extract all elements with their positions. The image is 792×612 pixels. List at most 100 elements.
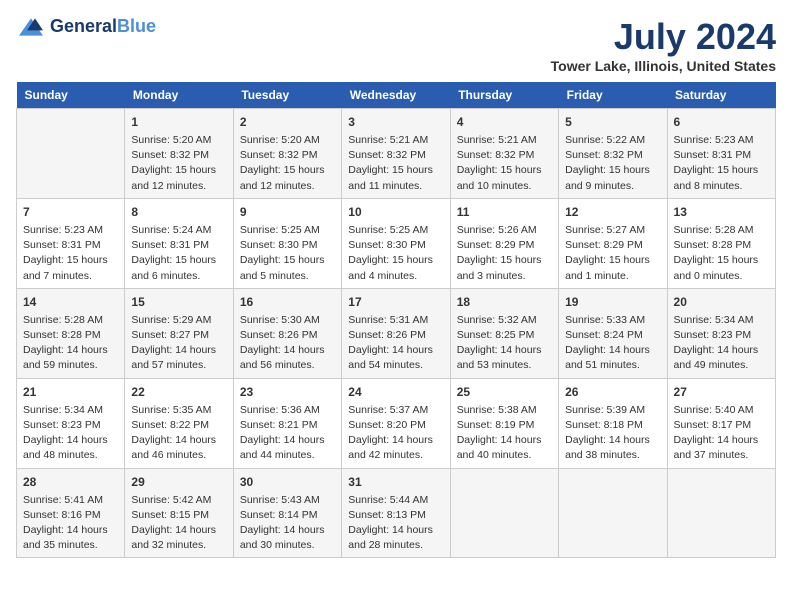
day-info: Sunrise: 5:21 AM Sunset: 8:32 PM Dayligh…	[457, 133, 552, 194]
day-info: Sunrise: 5:24 AM Sunset: 8:31 PM Dayligh…	[131, 223, 226, 284]
calendar-cell	[17, 109, 125, 199]
day-info: Sunrise: 5:27 AM Sunset: 8:29 PM Dayligh…	[565, 223, 660, 284]
calendar-week-3: 14Sunrise: 5:28 AM Sunset: 8:28 PM Dayli…	[17, 288, 776, 378]
calendar-cell: 13Sunrise: 5:28 AM Sunset: 8:28 PM Dayli…	[667, 198, 775, 288]
calendar-cell: 7 Sunrise: 5:23 AM Sunset: 8:31 PM Daylig…	[17, 198, 125, 288]
calendar-cell: 14Sunrise: 5:28 AM Sunset: 8:28 PM Dayli…	[17, 288, 125, 378]
calendar-cell: 15Sunrise: 5:29 AM Sunset: 8:27 PM Dayli…	[125, 288, 233, 378]
day-info: Sunrise: 5:44 AM Sunset: 8:13 PM Dayligh…	[348, 493, 443, 554]
day-number: 31	[348, 473, 443, 491]
day-number: 19	[565, 293, 660, 311]
day-header-saturday: Saturday	[667, 82, 775, 109]
day-info: Sunrise: 5:23 AM Sunset: 8:31 PM Dayligh…	[674, 133, 769, 194]
day-number: 5	[565, 113, 660, 131]
day-number: 1	[131, 113, 226, 131]
day-number: 28	[23, 473, 118, 491]
day-header-monday: Monday	[125, 82, 233, 109]
calendar-week-4: 21 Sunrise: 5:34 AM Sunset: 8:23 PM Dayli…	[17, 378, 776, 468]
day-info: Sunrise: 5:26 AM Sunset: 8:29 PM Dayligh…	[457, 223, 552, 284]
day-number: 7	[23, 203, 118, 221]
calendar-cell: 30 Sunrise: 5:43 AM Sunset: 8:14 PM Dayli…	[233, 468, 341, 558]
calendar-cell: 23 Sunrise: 5:36 AM Sunset: 8:21 PM Dayli…	[233, 378, 341, 468]
day-info: Sunrise: 5:22 AM Sunset: 8:32 PM Dayligh…	[565, 133, 660, 194]
logo-general: General	[50, 16, 117, 36]
day-header-friday: Friday	[559, 82, 667, 109]
day-info: Sunrise: 5:37 AM Sunset: 8:20 PM Dayligh…	[348, 403, 443, 464]
day-number: 23	[240, 383, 335, 401]
calendar-cell: 26 Sunrise: 5:39 AM Sunset: 8:18 PM Dayli…	[559, 378, 667, 468]
calendar-cell	[559, 468, 667, 558]
day-number: 16	[240, 293, 335, 311]
calendar-cell: 2 Sunrise: 5:20 AM Sunset: 8:32 PM Daylig…	[233, 109, 341, 199]
day-info: Sunrise: 5:36 AM Sunset: 8:21 PM Dayligh…	[240, 403, 335, 464]
day-info: Sunrise: 5:43 AM Sunset: 8:14 PM Dayligh…	[240, 493, 335, 554]
day-info: Sunrise: 5:40 AM Sunset: 8:17 PM Dayligh…	[674, 403, 769, 464]
calendar-week-5: 28 Sunrise: 5:41 AM Sunset: 8:16 PM Dayli…	[17, 468, 776, 558]
day-header-sunday: Sunday	[17, 82, 125, 109]
day-info: Sunrise: 5:33 AM Sunset: 8:24 PM Dayligh…	[565, 313, 660, 374]
month-title: July 2024	[551, 16, 776, 58]
day-info: Sunrise: 5:39 AM Sunset: 8:18 PM Dayligh…	[565, 403, 660, 464]
calendar-cell: 20Sunrise: 5:34 AM Sunset: 8:23 PM Dayli…	[667, 288, 775, 378]
calendar-cell: 8Sunrise: 5:24 AM Sunset: 8:31 PM Daylig…	[125, 198, 233, 288]
day-number: 24	[348, 383, 443, 401]
day-info: Sunrise: 5:23 AM Sunset: 8:31 PM Dayligh…	[23, 223, 118, 284]
day-number: 2	[240, 113, 335, 131]
calendar-cell: 1 Sunrise: 5:20 AM Sunset: 8:32 PM Daylig…	[125, 109, 233, 199]
day-number: 17	[348, 293, 443, 311]
day-info: Sunrise: 5:21 AM Sunset: 8:32 PM Dayligh…	[348, 133, 443, 194]
calendar-cell: 21 Sunrise: 5:34 AM Sunset: 8:23 PM Dayli…	[17, 378, 125, 468]
day-number: 20	[674, 293, 769, 311]
logo: GeneralBlue	[16, 16, 156, 37]
day-number: 29	[131, 473, 226, 491]
calendar-cell: 10Sunrise: 5:25 AM Sunset: 8:30 PM Dayli…	[342, 198, 450, 288]
calendar-cell: 11 Sunrise: 5:26 AM Sunset: 8:29 PM Dayli…	[450, 198, 558, 288]
day-info: Sunrise: 5:41 AM Sunset: 8:16 PM Dayligh…	[23, 493, 118, 554]
day-header-thursday: Thursday	[450, 82, 558, 109]
day-number: 30	[240, 473, 335, 491]
day-info: Sunrise: 5:25 AM Sunset: 8:30 PM Dayligh…	[240, 223, 335, 284]
day-number: 26	[565, 383, 660, 401]
calendar-cell: 16 Sunrise: 5:30 AM Sunset: 8:26 PM Dayli…	[233, 288, 341, 378]
day-info: Sunrise: 5:30 AM Sunset: 8:26 PM Dayligh…	[240, 313, 335, 374]
day-info: Sunrise: 5:38 AM Sunset: 8:19 PM Dayligh…	[457, 403, 552, 464]
day-number: 6	[674, 113, 769, 131]
day-info: Sunrise: 5:20 AM Sunset: 8:32 PM Dayligh…	[131, 133, 226, 194]
calendar-header-row: SundayMondayTuesdayWednesdayThursdayFrid…	[17, 82, 776, 109]
day-number: 12	[565, 203, 660, 221]
day-number: 27	[674, 383, 769, 401]
logo-blue-text: Blue	[117, 16, 156, 36]
calendar-cell: 31 Sunrise: 5:44 AM Sunset: 8:13 PM Dayli…	[342, 468, 450, 558]
calendar-cell: 29 Sunrise: 5:42 AM Sunset: 8:15 PM Dayli…	[125, 468, 233, 558]
day-number: 9	[240, 203, 335, 221]
calendar-cell	[450, 468, 558, 558]
calendar-cell: 27 Sunrise: 5:40 AM Sunset: 8:17 PM Dayli…	[667, 378, 775, 468]
calendar-cell: 12 Sunrise: 5:27 AM Sunset: 8:29 PM Dayli…	[559, 198, 667, 288]
calendar-cell: 28 Sunrise: 5:41 AM Sunset: 8:16 PM Dayli…	[17, 468, 125, 558]
day-info: Sunrise: 5:32 AM Sunset: 8:25 PM Dayligh…	[457, 313, 552, 374]
day-header-tuesday: Tuesday	[233, 82, 341, 109]
location: Tower Lake, Illinois, United States	[551, 58, 776, 74]
calendar-cell: 4 Sunrise: 5:21 AM Sunset: 8:32 PM Daylig…	[450, 109, 558, 199]
calendar-cell: 24 Sunrise: 5:37 AM Sunset: 8:20 PM Dayli…	[342, 378, 450, 468]
day-info: Sunrise: 5:35 AM Sunset: 8:22 PM Dayligh…	[131, 403, 226, 464]
day-info: Sunrise: 5:20 AM Sunset: 8:32 PM Dayligh…	[240, 133, 335, 194]
day-info: Sunrise: 5:42 AM Sunset: 8:15 PM Dayligh…	[131, 493, 226, 554]
day-info: Sunrise: 5:28 AM Sunset: 8:28 PM Dayligh…	[23, 313, 118, 374]
day-number: 3	[348, 113, 443, 131]
calendar-week-2: 7 Sunrise: 5:23 AM Sunset: 8:31 PM Daylig…	[17, 198, 776, 288]
day-number: 18	[457, 293, 552, 311]
calendar-cell: 25 Sunrise: 5:38 AM Sunset: 8:19 PM Dayli…	[450, 378, 558, 468]
day-info: Sunrise: 5:25 AM Sunset: 8:30 PM Dayligh…	[348, 223, 443, 284]
page-header: GeneralBlue July 2024 Tower Lake, Illino…	[16, 16, 776, 74]
day-number: 15	[131, 293, 226, 311]
day-number: 4	[457, 113, 552, 131]
day-number: 11	[457, 203, 552, 221]
day-number: 25	[457, 383, 552, 401]
calendar-cell: 22Sunrise: 5:35 AM Sunset: 8:22 PM Dayli…	[125, 378, 233, 468]
calendar-cell: 19 Sunrise: 5:33 AM Sunset: 8:24 PM Dayli…	[559, 288, 667, 378]
calendar-cell	[667, 468, 775, 558]
day-number: 21	[23, 383, 118, 401]
logo-icon	[16, 17, 46, 37]
day-info: Sunrise: 5:34 AM Sunset: 8:23 PM Dayligh…	[23, 403, 118, 464]
